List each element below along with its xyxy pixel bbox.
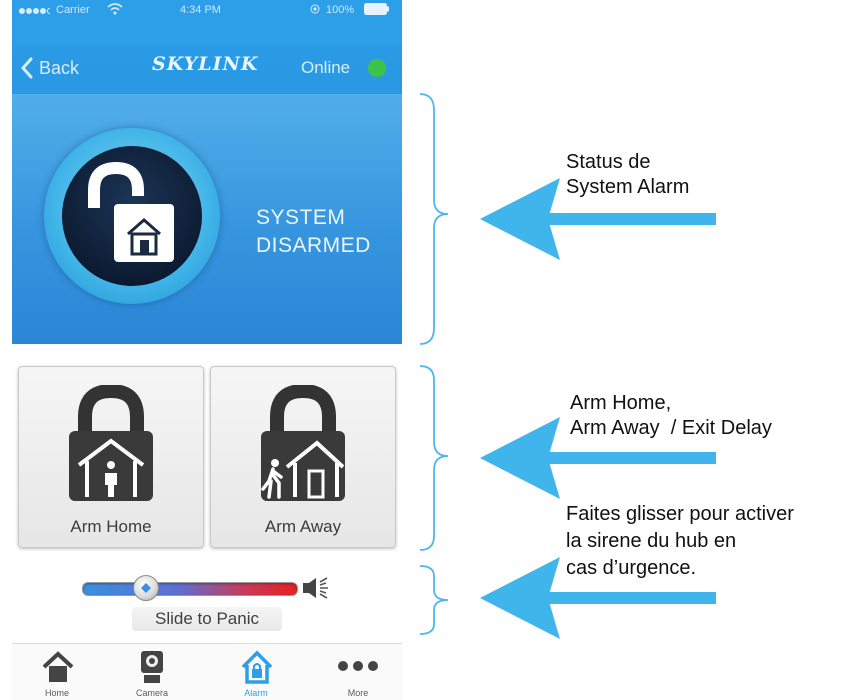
- bracket-panic: [419, 565, 449, 635]
- bracket-arm: [419, 365, 449, 551]
- bracket-status: [419, 93, 449, 345]
- annotation-status-line-2: System Alarm: [566, 176, 690, 198]
- annotation-arm-line-1: Arm Home,: [570, 392, 672, 414]
- annotation-panic-line-3: cas d’urgence.: [566, 557, 697, 579]
- annotation-panic-line-1: Faites glisser pour activer: [566, 503, 794, 525]
- annotation-overlay: [419, 93, 716, 639]
- annotation-arm-line-2: Arm Away / Exit Delay: [570, 417, 772, 439]
- annotation-panic-line-2: la sirene du hub en: [566, 530, 737, 552]
- annotation-status-line-1: Status de: [566, 151, 651, 173]
